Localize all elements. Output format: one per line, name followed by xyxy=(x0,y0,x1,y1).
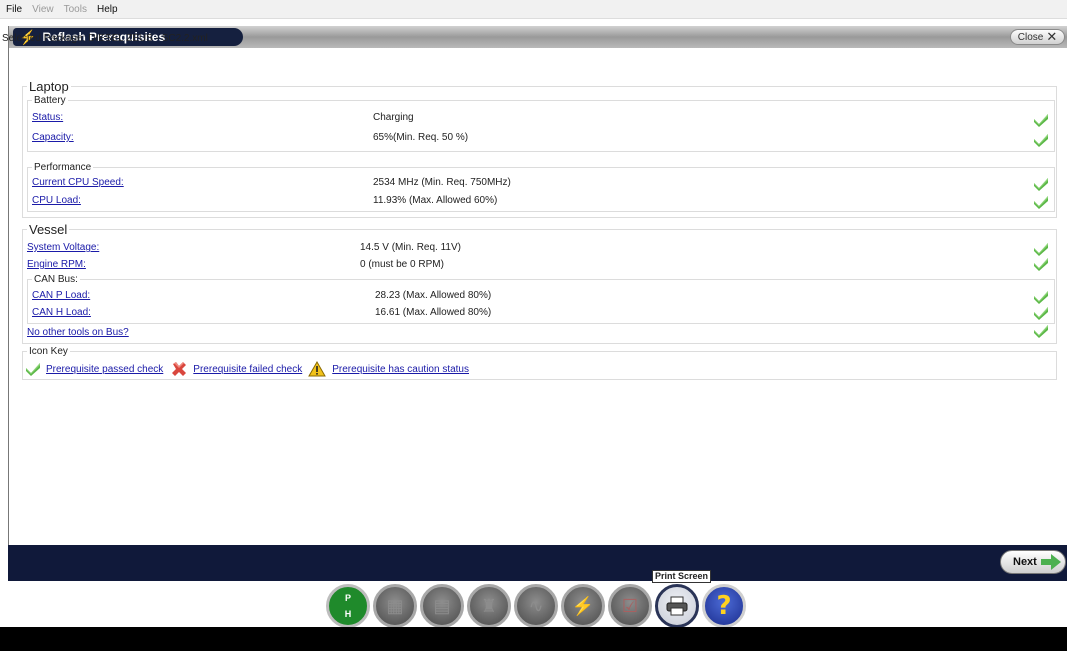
menu-view[interactable]: View xyxy=(26,4,58,15)
checklist-icon: ☑ xyxy=(621,595,639,616)
ph-bottom: H xyxy=(344,609,352,619)
waveform-button[interactable]: ∿ xyxy=(514,584,558,628)
can-bus-legend: CAN Bus: xyxy=(34,274,78,285)
check-icon xyxy=(1033,257,1049,271)
chip-icon: ▦ xyxy=(386,595,404,616)
performance-legend: Performance xyxy=(34,162,92,173)
can-h-load-value: 16.61 (Max. Allowed 80%) xyxy=(375,307,492,318)
engine-rpm-value: 0 (must be 0 RPM) xyxy=(360,259,444,270)
check-icon xyxy=(24,362,42,376)
no-other-tools-link[interactable]: No other tools on Bus? xyxy=(27,327,129,338)
battery-capacity-link[interactable]: Capacity: xyxy=(32,132,74,143)
key-caution-link[interactable]: Prerequisite has caution status xyxy=(332,364,469,375)
close-icon: ✕ xyxy=(1046,29,1058,44)
waveform-icon: ∿ xyxy=(528,595,544,616)
selected-package: Selected Package: DIESEL ZEUS - SC2.2.xm… xyxy=(2,33,208,44)
no-other-tools-row: No other tools on Bus? xyxy=(25,327,1055,341)
joystick-icon: ♜ xyxy=(480,595,498,616)
footer-bar: Next xyxy=(8,545,1067,581)
menu-tools[interactable]: Tools xyxy=(58,4,91,15)
module-button[interactable]: ▦ xyxy=(373,584,417,628)
battery-status-link[interactable]: Status: xyxy=(32,112,63,123)
next-button[interactable]: Next xyxy=(1000,550,1066,574)
help-button[interactable]: ? xyxy=(702,584,746,628)
can-p-load-row: CAN P Load: 28.23 (Max. Allowed 80%) xyxy=(30,290,1055,304)
can-h-load-row: CAN H Load: 16.61 (Max. Allowed 80%) xyxy=(30,307,1055,321)
check-icon xyxy=(1033,306,1049,320)
next-label: Next xyxy=(1013,556,1037,568)
warning-icon xyxy=(308,361,327,377)
printer-icon xyxy=(666,596,688,616)
can-h-load-link[interactable]: CAN H Load: xyxy=(32,307,91,318)
bottom-dock: P H ▦ ▤ ♜ ∿ ⚡ ☑ ? xyxy=(326,584,749,628)
key-passed-link[interactable]: Prerequisite passed check xyxy=(46,364,163,375)
system-voltage-link[interactable]: System Voltage: xyxy=(27,242,99,253)
print-screen-button[interactable] xyxy=(655,584,699,628)
system-voltage-value: 14.5 V (Min. Req. 11V) xyxy=(360,242,461,253)
bolt-icon: ⚡ xyxy=(571,595,595,616)
can-p-load-link[interactable]: CAN P Load: xyxy=(32,290,90,301)
check-icon xyxy=(1033,113,1049,127)
check-icon xyxy=(1033,177,1049,191)
check-icon xyxy=(1033,290,1049,304)
cpu-load-link[interactable]: CPU Load: xyxy=(32,195,81,206)
icon-key-legend: Icon Key xyxy=(29,346,68,357)
can-p-load-value: 28.23 (Max. Allowed 80%) xyxy=(375,290,492,301)
close-label: Close xyxy=(1017,31,1044,43)
cpu-load-value: 11.93% (Max. Allowed 60%) xyxy=(373,195,498,206)
document-icon: ▤ xyxy=(433,595,451,616)
vessel-legend: Vessel xyxy=(29,222,68,237)
icon-key-row: Prerequisite passed check Prerequisite f… xyxy=(24,361,469,377)
print-screen-tooltip: Print Screen xyxy=(652,570,712,583)
engine-rpm-link[interactable]: Engine RPM: xyxy=(27,259,86,270)
cpu-speed-value: 2534 MHz (Min. Req. 750MHz) xyxy=(373,177,511,188)
system-voltage-row: System Voltage: 14.5 V (Min. Req. 11V) xyxy=(25,242,1055,256)
menu-file[interactable]: File xyxy=(0,4,26,15)
cpu-speed-link[interactable]: Current CPU Speed: xyxy=(32,177,124,188)
check-icon xyxy=(1033,324,1049,338)
cpu-speed-row: Current CPU Speed: 2534 MHz (Min. Req. 7… xyxy=(30,177,1055,191)
check-icon xyxy=(1033,195,1049,209)
close-button[interactable]: Close ✕ xyxy=(1010,29,1065,45)
cpu-load-row: CPU Load: 11.93% (Max. Allowed 60%) xyxy=(30,195,1055,209)
battery-capacity-row: Capacity: 65%(Min. Req. 50 %) xyxy=(30,132,1055,146)
check-icon xyxy=(1033,133,1049,147)
battery-status-row: Status: Charging xyxy=(30,112,1055,126)
next-arrow-icon xyxy=(1040,554,1061,570)
help-icon: ? xyxy=(716,591,732,621)
document-button[interactable]: ▤ xyxy=(420,584,464,628)
joystick-button[interactable]: ♜ xyxy=(467,584,511,628)
checklist-button[interactable]: ☑ xyxy=(608,584,652,628)
x-icon xyxy=(172,362,187,376)
ph-button[interactable]: P H xyxy=(326,584,370,628)
check-icon xyxy=(1033,242,1049,256)
menu-bar: File View Tools Help xyxy=(0,0,1067,19)
ph-top: P xyxy=(344,593,351,603)
battery-capacity-value: 65%(Min. Req. 50 %) xyxy=(373,132,469,143)
battery-legend: Battery xyxy=(34,95,66,106)
laptop-legend: Laptop xyxy=(29,79,69,94)
battery-status-value: Charging xyxy=(373,112,414,123)
menu-help[interactable]: Help xyxy=(91,4,122,15)
bottom-black-bar xyxy=(0,627,1067,651)
reflash-button[interactable]: ⚡ xyxy=(561,584,605,628)
key-failed-link[interactable]: Prerequisite failed check xyxy=(193,364,302,375)
engine-rpm-row: Engine RPM: 0 (must be 0 RPM) xyxy=(25,259,1055,273)
